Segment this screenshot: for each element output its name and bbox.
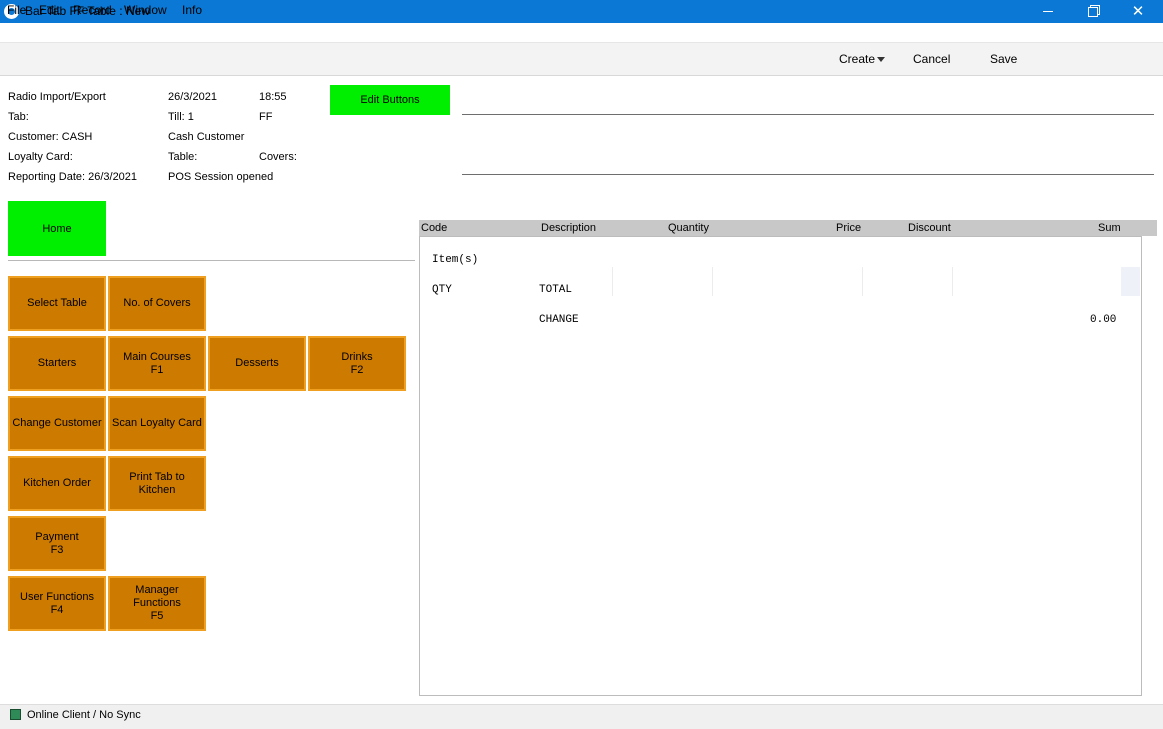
user-functions-button[interactable]: User Functions F4	[8, 576, 106, 631]
change-value: 0.00	[1090, 314, 1117, 326]
row-highlight	[1121, 267, 1140, 296]
loyalty-card-label: Loyalty Card:	[8, 151, 73, 163]
save-button[interactable]: Save	[990, 52, 1017, 66]
create-button[interactable]: Create	[839, 52, 875, 66]
customer-value: Customer: CASH	[8, 131, 93, 143]
edit-buttons-button[interactable]: Edit Buttons	[330, 85, 450, 115]
reporting-date: Reporting Date: 26/3/2021	[8, 171, 138, 183]
menu-window[interactable]: Window	[124, 3, 167, 17]
drinks-button[interactable]: Drinks F2	[308, 336, 406, 391]
tab-label: Tab:	[8, 111, 29, 123]
chevron-down-icon[interactable]	[877, 57, 885, 62]
title-bar	[0, 0, 1163, 23]
column-price[interactable]: Price	[836, 222, 861, 235]
change-customer-button[interactable]: Change Customer	[8, 396, 106, 451]
change-label: CHANGE	[539, 314, 579, 326]
display-line-1	[462, 114, 1154, 115]
time-value: 18:55	[259, 91, 287, 103]
menu-info[interactable]: Info	[182, 3, 202, 17]
menu-edit[interactable]: Edit	[39, 3, 60, 17]
maximize-button[interactable]	[1070, 0, 1116, 23]
ff-value: FF	[259, 111, 273, 123]
session-status: POS Session opened	[168, 171, 274, 183]
main-courses-button[interactable]: Main Courses F1	[108, 336, 206, 391]
payment-button[interactable]: Payment F3	[8, 516, 106, 571]
menu-record[interactable]: Record	[73, 3, 112, 17]
table-label: Table:	[168, 151, 198, 163]
column-description[interactable]: Description	[541, 222, 596, 235]
status-text: Online Client / No Sync	[27, 709, 141, 721]
status-bar	[0, 704, 1163, 729]
menu-file[interactable]: File	[7, 3, 26, 17]
manager-functions-button[interactable]: Manager Functions F5	[108, 576, 206, 631]
no-of-covers-button[interactable]: No. of Covers	[108, 276, 206, 331]
receipt-panel[interactable]	[419, 236, 1142, 696]
grid-line	[952, 267, 953, 296]
scan-loyalty-card-button[interactable]: Scan Loyalty Card	[108, 396, 206, 451]
cancel-button[interactable]: Cancel	[913, 52, 950, 66]
desserts-button[interactable]: Desserts	[208, 336, 306, 391]
date-value: 26/3/2021	[168, 91, 217, 103]
qty-label: QTY	[432, 284, 452, 296]
minimize-button[interactable]	[1025, 0, 1071, 23]
till-value: Till: 1	[168, 111, 194, 123]
close-button[interactable]: ✕	[1115, 0, 1161, 23]
total-label: TOTAL	[539, 284, 573, 296]
home-button[interactable]: Home	[8, 201, 106, 256]
kitchen-order-button[interactable]: Kitchen Order	[8, 456, 106, 511]
connection-status-icon	[10, 709, 21, 720]
covers-label: Covers:	[259, 151, 297, 163]
toolbar	[0, 42, 1163, 76]
minimize-icon	[1043, 11, 1053, 12]
radio-import-export-label: Radio Import/Export	[8, 91, 106, 103]
column-discount[interactable]: Discount	[908, 222, 951, 235]
grid-line	[712, 267, 713, 296]
column-quantity[interactable]: Quantity	[668, 222, 709, 235]
column-code[interactable]: Code	[421, 222, 447, 235]
receipt-column-header	[419, 220, 1157, 236]
display-line-2	[462, 174, 1154, 175]
select-table-button[interactable]: Select Table	[8, 276, 106, 331]
restore-icon	[1088, 6, 1098, 17]
menu-bar	[0, 23, 1163, 42]
divider	[8, 260, 415, 261]
customer-name: Cash Customer	[168, 131, 245, 143]
grid-line	[612, 267, 613, 296]
print-tab-to-kitchen-button[interactable]: Print Tab to Kitchen	[108, 456, 206, 511]
starters-button[interactable]: Starters	[8, 336, 106, 391]
close-icon: ✕	[1131, 3, 1145, 20]
column-sum[interactable]: Sum	[1098, 222, 1121, 235]
items-label: Item(s)	[432, 254, 479, 266]
grid-line	[862, 267, 863, 296]
